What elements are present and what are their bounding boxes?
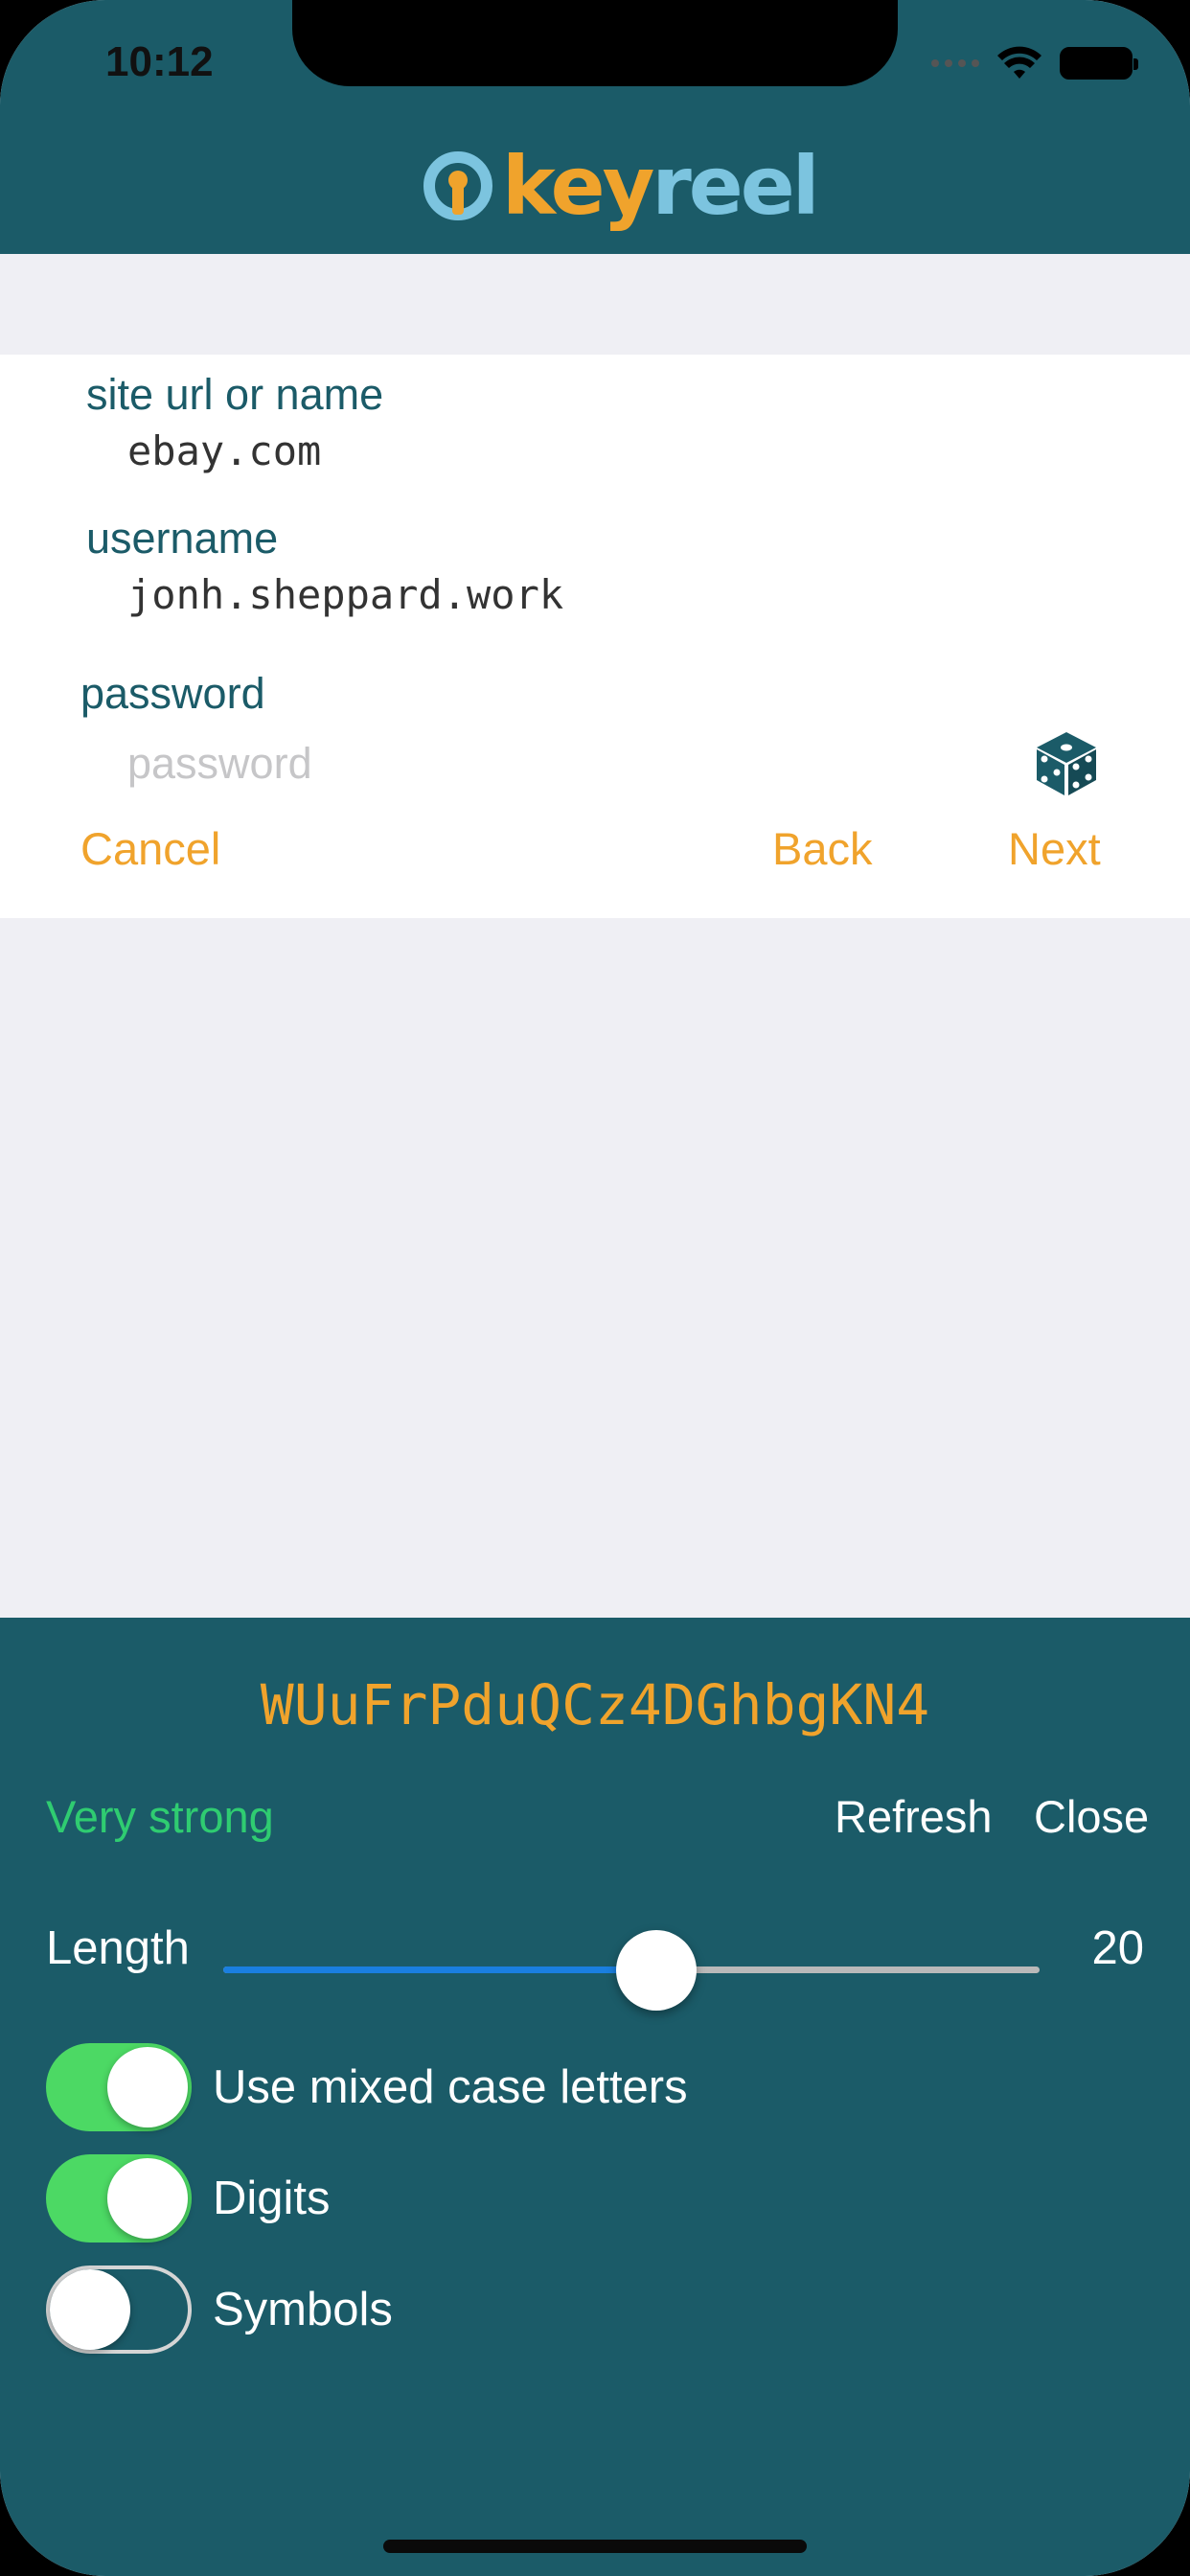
length-value: 20 bbox=[1091, 1922, 1144, 1974]
password-input[interactable]: password bbox=[127, 739, 312, 789]
option-symbols: Symbols bbox=[46, 2266, 393, 2354]
mixed-case-toggle[interactable] bbox=[46, 2043, 192, 2131]
length-label: Length bbox=[46, 1922, 190, 1974]
keyreel-logo: keyreel bbox=[422, 142, 820, 230]
site-input[interactable]: ebay.com bbox=[127, 427, 321, 474]
mixed-case-label: Use mixed case letters bbox=[213, 2061, 688, 2113]
app-screen: 10:12 keyreel site url or name ebay.com … bbox=[0, 0, 1190, 2576]
length-slider[interactable] bbox=[223, 1930, 1040, 2011]
digits-toggle[interactable] bbox=[46, 2154, 192, 2242]
logo-text: keyreel bbox=[502, 146, 820, 226]
cancel-button[interactable]: Cancel bbox=[80, 822, 220, 875]
generated-password: WUuFrPduQCz4DGhbgKN4 bbox=[260, 1672, 930, 1737]
dice-icon[interactable] bbox=[1033, 730, 1100, 797]
app-header: 10:12 keyreel bbox=[0, 0, 1190, 254]
refresh-button[interactable]: Refresh bbox=[835, 1790, 993, 1843]
cellular-signal-icon bbox=[931, 59, 979, 67]
close-button[interactable]: Close bbox=[1034, 1790, 1149, 1843]
wifi-icon bbox=[997, 46, 1041, 79]
back-button[interactable]: Back bbox=[772, 822, 873, 875]
option-mixed-case: Use mixed case letters bbox=[46, 2043, 688, 2131]
strength-indicator: Very strong bbox=[46, 1791, 274, 1842]
username-label: username bbox=[86, 514, 279, 563]
home-indicator bbox=[383, 2540, 807, 2553]
toggle-knob bbox=[107, 2047, 188, 2128]
key-icon bbox=[423, 151, 492, 220]
status-icons bbox=[931, 46, 1138, 80]
password-label: password bbox=[80, 669, 265, 718]
next-button[interactable]: Next bbox=[1008, 822, 1101, 875]
slider-thumb[interactable] bbox=[615, 1930, 697, 2011]
device-notch bbox=[292, 0, 898, 86]
symbols-toggle[interactable] bbox=[46, 2266, 192, 2354]
slider-fill bbox=[223, 1966, 656, 1973]
logo-reel-text: reel bbox=[652, 139, 819, 233]
battery-icon bbox=[1060, 47, 1138, 80]
symbols-label: Symbols bbox=[213, 2284, 393, 2335]
username-input[interactable]: jonh.sheppard.work bbox=[127, 571, 563, 618]
toggle-knob bbox=[50, 2269, 130, 2350]
site-label: site url or name bbox=[86, 370, 384, 419]
status-time: 10:12 bbox=[105, 38, 214, 85]
logo-key-text: key bbox=[502, 139, 654, 233]
toggle-knob bbox=[107, 2158, 188, 2239]
digits-label: Digits bbox=[213, 2173, 331, 2224]
option-digits: Digits bbox=[46, 2154, 331, 2242]
